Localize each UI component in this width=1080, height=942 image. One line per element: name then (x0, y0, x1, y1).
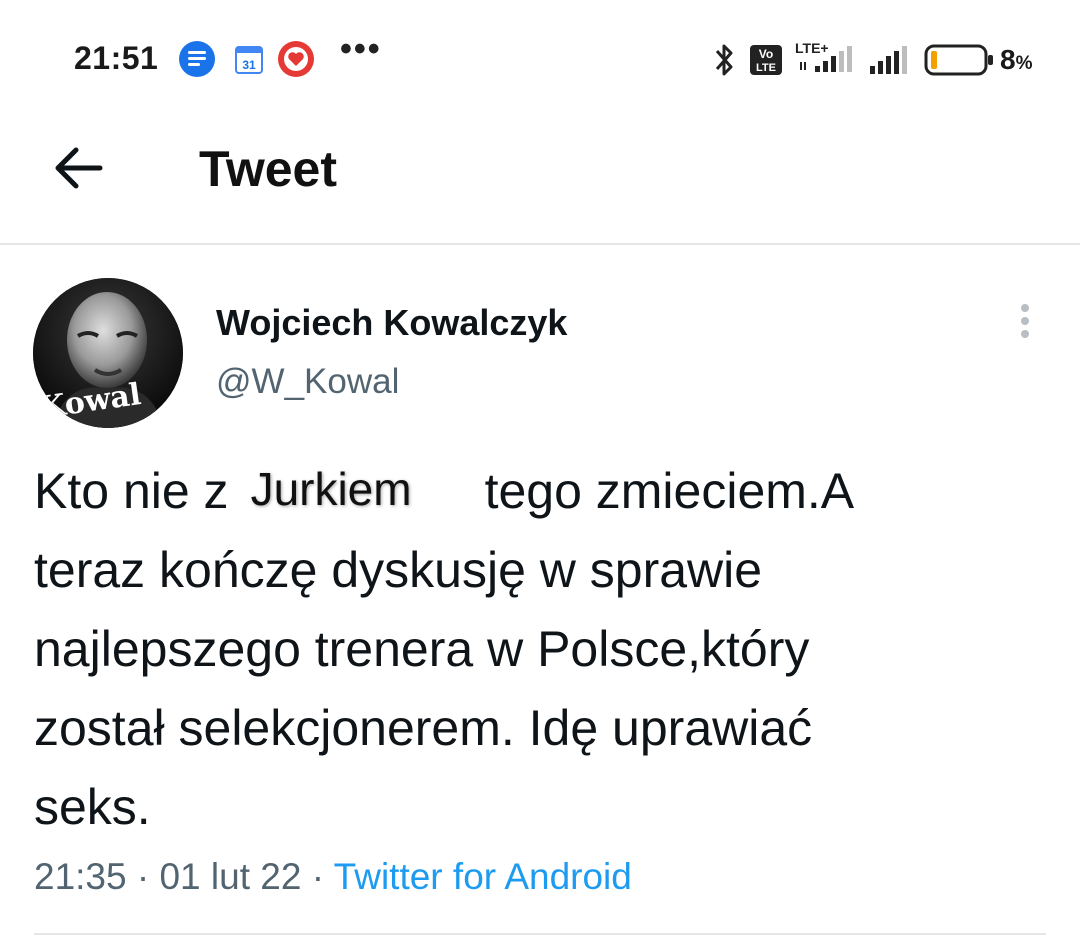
author-handle[interactable]: @W_Kowal (216, 362, 399, 402)
tweet-line-5: seks. (34, 779, 151, 835)
tweet-date: 01 lut 22 (159, 856, 302, 897)
tweet-line-1: Kto nie z Jurkiem tego zmieciem.A (34, 452, 1044, 531)
tweet-screen: 21:51 31 ••• Vo LTE LTE+ 8% Tweet Kowal … (0, 0, 1080, 942)
heart-app-icon (278, 41, 314, 77)
volte-icon: Vo LTE (750, 45, 782, 75)
header-divider (0, 243, 1080, 245)
dot (1021, 330, 1029, 338)
bluetooth-icon (715, 44, 733, 76)
battery-value: 8 (1000, 44, 1016, 75)
tweet-text-after: tego zmieciem.A (484, 463, 855, 519)
more-notifications-icon: ••• (340, 30, 382, 68)
back-arrow-icon[interactable] (50, 144, 106, 192)
battery-unit: % (1015, 53, 1033, 74)
dot (1021, 304, 1029, 312)
overlay-word: Jurkiem (250, 463, 412, 515)
meta-separator: · (311, 856, 325, 897)
calendar-day: 31 (242, 58, 256, 72)
tweet-text-before: Kto nie z (34, 463, 229, 519)
signal-lte-icon: LTE+ (795, 40, 852, 72)
calendar-icon: 31 (235, 46, 263, 74)
redacted-word-patch: Jurkiem (235, 456, 461, 516)
tweet-meta: 21:35 · 01 lut 22 · Twitter for Android (34, 856, 632, 898)
tweet-time: 21:35 (34, 856, 127, 897)
battery-percent: 8% (1000, 44, 1032, 76)
battery-icon (924, 44, 993, 76)
meta-separator: · (136, 856, 150, 897)
dot (1021, 317, 1029, 325)
app-header: Tweet (0, 120, 1080, 244)
bottom-divider (34, 933, 1046, 935)
page-title: Tweet (199, 141, 337, 197)
avatar-image: Kowal (33, 278, 183, 428)
author-name[interactable]: Wojciech Kowalczyk (216, 302, 567, 344)
status-bar: 21:51 31 ••• Vo LTE LTE+ 8% (0, 0, 1080, 120)
tweet-line-3: najlepszego trenera w Polsce,który (34, 621, 810, 677)
avatar[interactable]: Kowal (33, 278, 183, 428)
tweet-line-4: został selekcjonerem. Idę uprawiać (34, 700, 813, 756)
tweet-text: Kto nie z Jurkiem tego zmieciem.A teraz ko… (34, 452, 1044, 847)
volte-top: Vo (759, 47, 773, 61)
more-options-icon[interactable] (1008, 300, 1042, 344)
volte-bottom: LTE (756, 62, 776, 74)
status-time: 21:51 (74, 40, 159, 76)
signal-icon (870, 46, 907, 74)
network-tag: LTE+ (795, 40, 829, 56)
tweet-source-link[interactable]: Twitter for Android (334, 856, 632, 897)
tweet-line-2: teraz kończę dyskusję w sprawie (34, 542, 763, 598)
messages-icon (179, 41, 215, 77)
